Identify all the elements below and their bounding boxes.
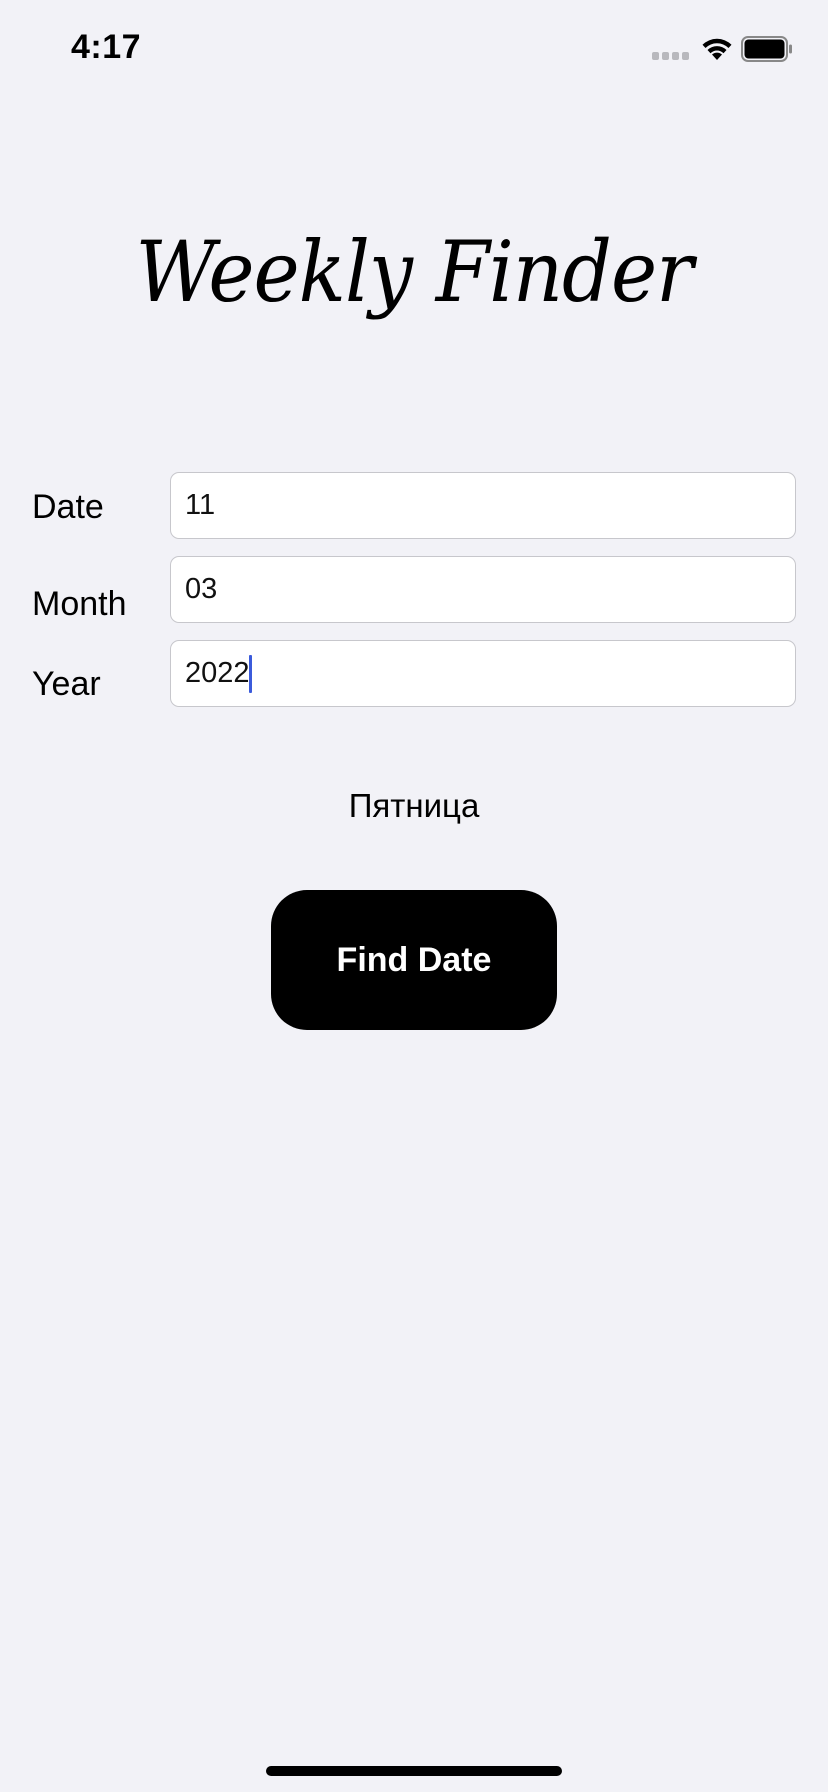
month-label: Month bbox=[32, 585, 127, 623]
text-cursor bbox=[249, 655, 252, 693]
wifi-icon bbox=[702, 38, 732, 60]
date-label: Date bbox=[32, 488, 104, 526]
home-indicator[interactable] bbox=[266, 1766, 562, 1776]
date-field[interactable] bbox=[170, 472, 796, 539]
month-field[interactable] bbox=[170, 556, 796, 623]
status-bar: 4:17 bbox=[0, 0, 828, 100]
battery-icon bbox=[741, 36, 792, 62]
cellular-signal-icon bbox=[652, 52, 690, 62]
year-field[interactable] bbox=[170, 640, 796, 707]
status-time: 4:17 bbox=[71, 28, 142, 66]
app-title: Weekly Finder bbox=[135, 224, 694, 322]
find-date-button[interactable]: Find Date bbox=[271, 890, 557, 1030]
result-weekday: Пятница bbox=[348, 787, 480, 824]
year-label: Year bbox=[32, 665, 101, 703]
